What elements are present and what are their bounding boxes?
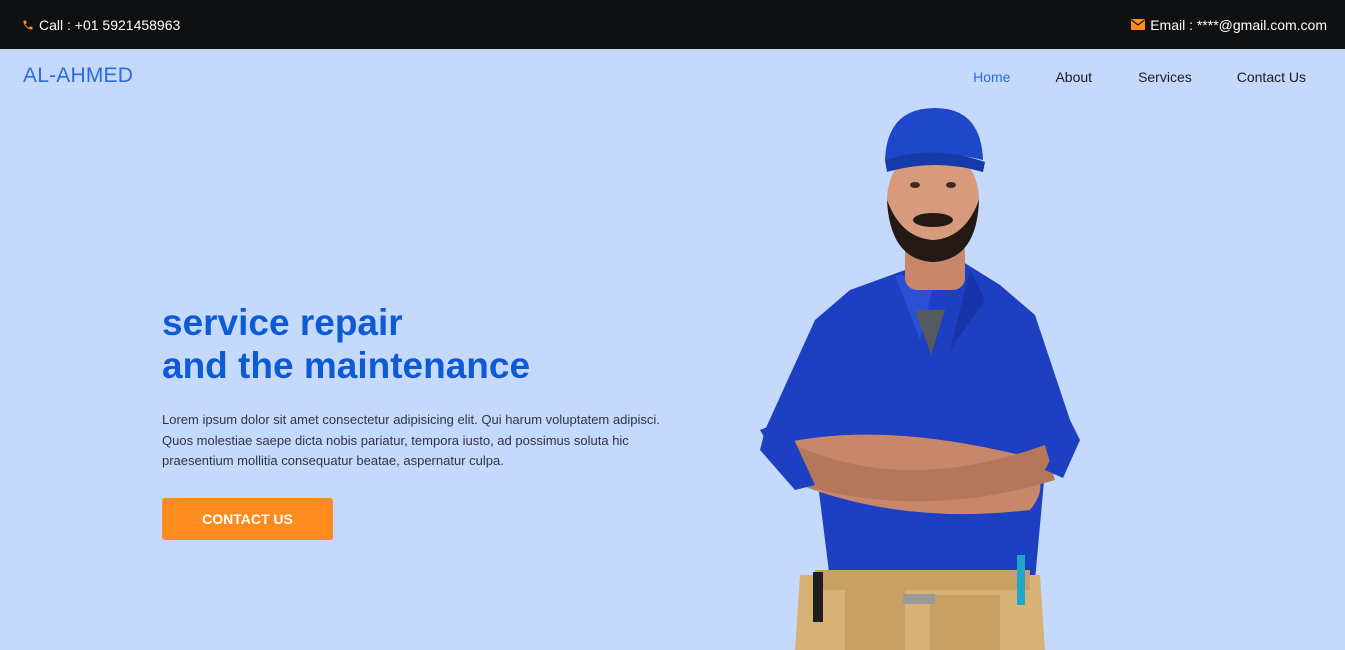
email-contact[interactable]: Email : ****@gmail.com.com: [1131, 17, 1327, 33]
nav-item-contact-us[interactable]: Contact Us: [1237, 69, 1306, 85]
nav-item-about[interactable]: About: [1055, 69, 1092, 85]
repairman-illustration: [760, 108, 1080, 650]
hero-title-line-2: and the maintenance: [162, 345, 531, 386]
hero-title: service repair and the maintenance: [162, 301, 530, 387]
nav-item-services[interactable]: Services: [1138, 69, 1192, 85]
phone-icon: [22, 19, 34, 31]
contact-us-button[interactable]: CONTACT US: [162, 498, 333, 540]
phone-contact[interactable]: Call : +01 5921458963: [22, 17, 180, 33]
email-label: Email : ****@gmail.com.com: [1150, 16, 1327, 33]
top-contact-bar: Call : +01 5921458963 Email : ****@gmail…: [0, 0, 1345, 49]
brand-logo[interactable]: AL-AHMED: [23, 64, 133, 88]
hero-title-line-1: service repair: [162, 302, 403, 343]
hero-description: Lorem ipsum dolor sit amet consectetur a…: [162, 412, 660, 468]
main-nav: Home About Services Contact Us: [973, 69, 1345, 85]
envelope-icon: [1131, 19, 1146, 30]
phone-label: Call : +01 5921458963: [39, 16, 181, 33]
nav-item-home[interactable]: Home: [973, 69, 1010, 85]
